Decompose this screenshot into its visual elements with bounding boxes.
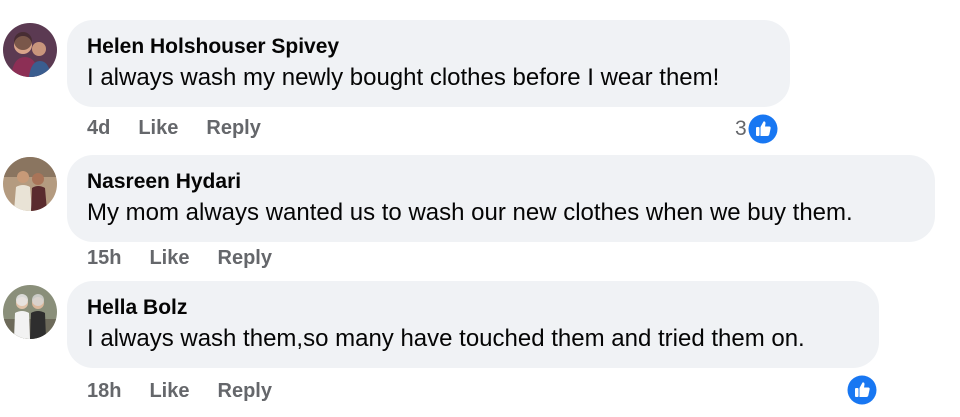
avatar[interactable] xyxy=(3,285,57,339)
comment-timestamp[interactable]: 4d xyxy=(87,117,110,140)
reply-button[interactable]: Reply xyxy=(218,247,272,270)
comment-timestamp[interactable]: 15h xyxy=(87,247,121,270)
like-button[interactable]: Like xyxy=(149,380,189,403)
like-button[interactable]: Like xyxy=(138,117,178,140)
comment-text: I always wash my newly bought clothes be… xyxy=(87,64,720,91)
comments-section: Helen Holshouser Spivey I always wash my… xyxy=(0,0,960,417)
comment-author[interactable]: Helen Holshouser Spivey xyxy=(87,34,770,60)
avatar[interactable] xyxy=(3,23,57,77)
comment-actions: 15h Like Reply xyxy=(87,247,272,270)
comment-text: I always wash them,so many have touched … xyxy=(87,325,805,352)
comment-actions: 18h Like Reply xyxy=(87,380,272,403)
comment-author[interactable]: Hella Bolz xyxy=(87,295,859,321)
comment-timestamp[interactable]: 18h xyxy=(87,380,121,403)
reaction-count: 3 xyxy=(735,117,747,140)
reply-button[interactable]: Reply xyxy=(218,380,272,403)
reaction-summary[interactable] xyxy=(847,375,877,405)
comment-bubble: Helen Holshouser Spivey I always wash my… xyxy=(67,20,790,107)
avatar[interactable] xyxy=(3,157,57,211)
like-icon xyxy=(748,114,778,144)
like-icon xyxy=(847,375,877,405)
comment-bubble: Nasreen Hydari My mom always wanted us t… xyxy=(67,155,935,242)
comment-text: My mom always wanted us to wash our new … xyxy=(87,199,853,226)
like-button[interactable]: Like xyxy=(149,247,189,270)
comment-author[interactable]: Nasreen Hydari xyxy=(87,169,915,195)
reply-button[interactable]: Reply xyxy=(206,117,260,140)
comment-bubble: Hella Bolz I always wash them,so many ha… xyxy=(67,281,879,368)
reaction-summary[interactable]: 3 xyxy=(735,114,778,144)
comment-actions: 4d Like Reply xyxy=(87,117,261,140)
